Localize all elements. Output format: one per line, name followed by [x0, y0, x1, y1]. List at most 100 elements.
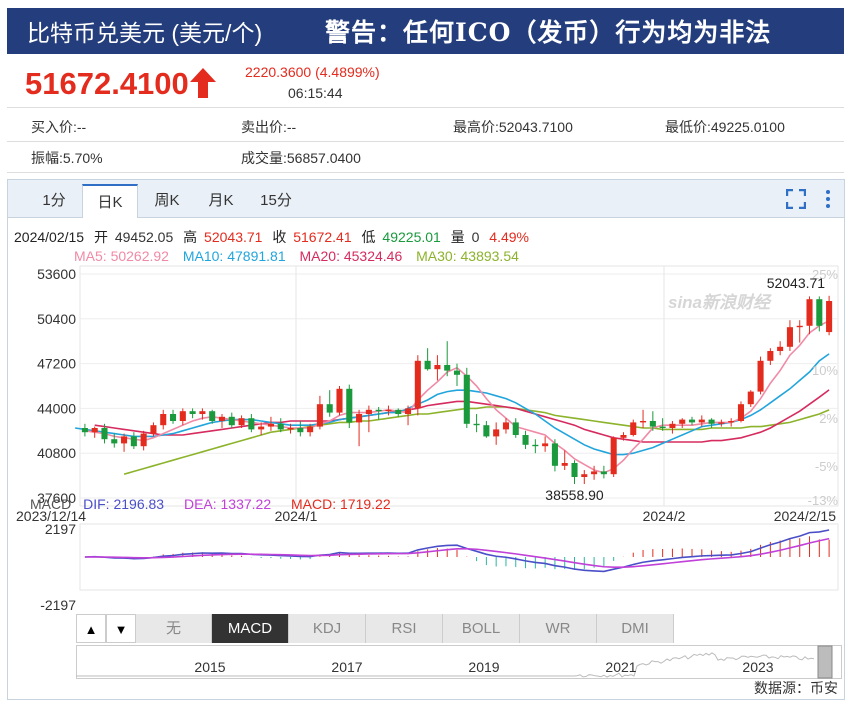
candle-body: [317, 404, 323, 426]
candle-body: [679, 420, 685, 424]
candle-body: [738, 404, 744, 421]
dea-legend: DEA: 1337.22: [184, 496, 271, 512]
candle-body: [767, 351, 773, 361]
candle-body: [248, 418, 254, 429]
up-arrow-icon: [189, 67, 217, 99]
y-tick-label: 53600: [37, 266, 76, 282]
candle-body: [581, 474, 587, 477]
nav-handle[interactable]: [818, 646, 832, 678]
candle-body: [307, 427, 313, 433]
candle-body: [777, 347, 783, 351]
ohlc-vol-label: 量: [451, 229, 465, 245]
header-banner: 比特币兑美元 (美元/个) 警告：任何ICO（发币）行为均为非法: [7, 8, 844, 54]
candle-body: [170, 414, 176, 421]
fullscreen-icon[interactable]: [786, 189, 806, 209]
ma10-line: [75, 354, 829, 455]
candle-body: [405, 408, 411, 414]
tab-weekly[interactable]: 周K: [142, 184, 192, 218]
candle-body: [101, 428, 107, 439]
ohlc-close-label: 收: [272, 229, 286, 245]
pct-tick-label: 2%: [819, 411, 838, 426]
next-arrow-button[interactable]: ▼: [106, 614, 136, 643]
candle-body: [327, 404, 333, 412]
nav-year-label: 2023: [742, 659, 773, 675]
macd-frame: [80, 524, 838, 590]
tab-monthly[interactable]: 月K: [196, 184, 246, 218]
indicator-boll[interactable]: BOLL: [443, 614, 520, 643]
candle-body: [523, 435, 529, 445]
candle-body: [826, 301, 832, 332]
candle-body: [493, 429, 499, 436]
ma5-legend: MA5: 50262.92: [74, 248, 169, 264]
ohlc-low: 49225.01: [382, 229, 441, 245]
indicator-none[interactable]: 无: [136, 614, 212, 643]
pct-tick-label: -5%: [815, 459, 839, 474]
low-price: 最低价:49225.0100: [665, 117, 785, 137]
candle-body: [699, 420, 705, 423]
y-tick-label: 50400: [37, 311, 76, 327]
macd-value-legend: MACD: 1719.22: [291, 496, 391, 512]
candle-body: [82, 428, 88, 432]
candle-body: [669, 424, 675, 428]
candle-body: [483, 425, 489, 436]
ma-lines: [75, 321, 829, 475]
ohlc-open-label: 开: [94, 229, 108, 245]
pct-tick-label: -13%: [808, 493, 839, 508]
candle-body: [258, 427, 264, 430]
candle-body: [454, 371, 460, 375]
candle-body: [131, 436, 137, 446]
candle-body: [219, 417, 225, 421]
tab-15min[interactable]: 15分: [252, 184, 300, 218]
candle-body: [180, 411, 186, 421]
volume: 成交量:56857.0400: [241, 148, 361, 168]
ma10-legend: MA10: 47891.81: [183, 248, 286, 264]
tab-daily[interactable]: 日K: [82, 184, 138, 218]
indicator-macd[interactable]: MACD: [212, 614, 289, 643]
range-navigator[interactable]: 20152017201920212023: [76, 645, 842, 679]
candle-body: [650, 421, 656, 427]
candle-body: [336, 389, 342, 413]
ma20-legend: MA20: 45324.46: [300, 248, 403, 264]
tab-1min[interactable]: 1分: [32, 184, 76, 218]
macd-legend: MACD DIF: 2196.83 DEA: 1337.22 MACD: 171…: [30, 496, 391, 512]
candle-body: [278, 424, 284, 430]
candle-body: [513, 422, 519, 435]
ohlc-low-label: 低: [362, 229, 376, 245]
indicator-rsi[interactable]: RSI: [366, 614, 443, 643]
candle-body: [552, 443, 558, 465]
ohlc-high: 52043.71: [204, 229, 263, 245]
candle-body: [689, 420, 695, 423]
candle-body: [385, 410, 391, 411]
candle-body: [660, 427, 666, 428]
ma20-line: [95, 390, 829, 442]
candle-body: [611, 438, 617, 474]
macd-title: MACD: [30, 496, 71, 512]
quote-time: 06:15:44: [288, 85, 343, 101]
info-row-2: 振幅:5.70% 成交量:56857.0400: [7, 140, 844, 173]
indicator-dmi[interactable]: DMI: [597, 614, 674, 643]
more-icon[interactable]: [824, 189, 832, 209]
chart-panel: 1分 日K 周K 月K 15分 2024/02/15 开 49452.05 高 …: [7, 179, 845, 700]
indicator-wr[interactable]: WR: [520, 614, 597, 643]
max-annotation: 52043.71: [767, 275, 826, 291]
candle-body: [346, 389, 352, 423]
candle-body: [562, 463, 568, 466]
ohlc-header: 2024/02/15 开 49452.05 高 52043.71 收 51672…: [14, 229, 529, 245]
candle-body: [464, 375, 470, 424]
y-tick-label: 44000: [37, 400, 76, 416]
candle-body: [797, 326, 803, 327]
candle-body: [532, 445, 538, 446]
candle-body: [640, 421, 646, 422]
macd-top-label: 2197: [45, 521, 76, 537]
candle-body: [150, 425, 156, 433]
y-tick-label: 47200: [37, 356, 76, 372]
ma-legend: MA5: 50262.92 MA10: 47891.81 MA20: 45324…: [74, 248, 519, 264]
indicator-kdj[interactable]: KDJ: [289, 614, 366, 643]
nav-year-label: 2015: [194, 659, 225, 675]
ma5-line: [85, 321, 829, 473]
candle-body: [395, 410, 401, 414]
prev-arrow-button[interactable]: ▲: [76, 614, 106, 643]
candle-body: [268, 424, 274, 427]
pct-tick-label: 10%: [812, 363, 838, 378]
candle-body: [366, 410, 372, 414]
